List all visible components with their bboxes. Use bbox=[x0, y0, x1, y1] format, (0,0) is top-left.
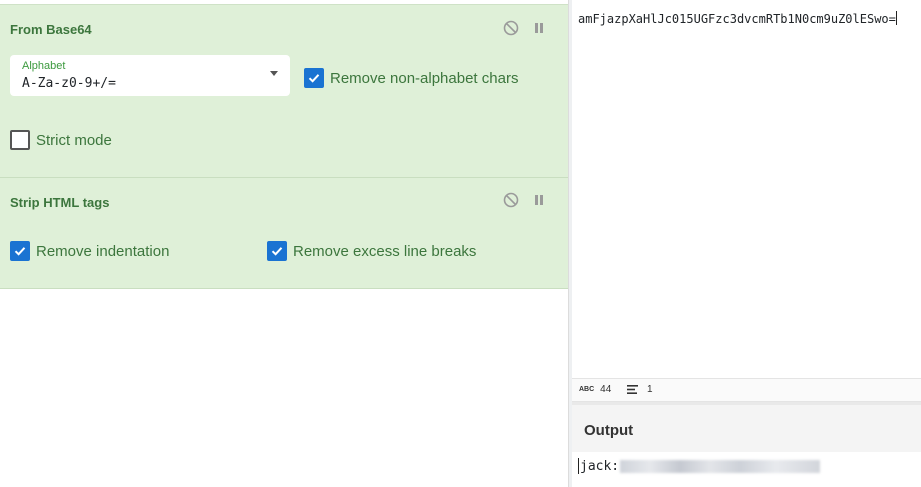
operation-title: Strip HTML tags bbox=[10, 195, 110, 210]
lines-icon bbox=[627, 385, 638, 394]
dropdown-caret-icon bbox=[270, 71, 278, 76]
operation-from-base64: From Base64 Alphabet A-Za-z0-9+/= Remove… bbox=[0, 4, 568, 178]
abc-icon: ABC bbox=[579, 386, 595, 393]
alphabet-select[interactable]: Alphabet A-Za-z0-9+/= bbox=[10, 55, 290, 96]
remove-non-alphabet-label: Remove non-alphabet chars bbox=[330, 69, 519, 87]
strict-mode-checkbox[interactable]: Strict mode bbox=[10, 130, 112, 150]
input-textarea[interactable]: amFjazpXaHlJc015UGFzc3dvcmRTb1N0cm9uZ0lE… bbox=[572, 0, 921, 378]
input-status-bar: ABC 44 1 bbox=[572, 378, 921, 402]
alphabet-label: Alphabet bbox=[22, 60, 66, 72]
input-text: amFjazpXaHlJc015UGFzc3dvcmRTb1N0cm9uZ0lE… bbox=[578, 12, 896, 26]
length-value: 44 bbox=[600, 384, 612, 395]
checkmark-icon[interactable] bbox=[304, 68, 324, 88]
disable-icon[interactable] bbox=[502, 19, 520, 37]
output-title: Output bbox=[584, 422, 634, 439]
recipe-pane: From Base64 Alphabet A-Za-z0-9+/= Remove… bbox=[0, 0, 568, 487]
checkmark-icon[interactable] bbox=[10, 241, 30, 261]
disable-icon[interactable] bbox=[502, 191, 520, 209]
output-textarea[interactable]: jack: bbox=[572, 452, 921, 487]
checkmark-icon[interactable] bbox=[267, 241, 287, 261]
output-header: Output bbox=[572, 402, 921, 452]
text-cursor bbox=[895, 11, 897, 25]
strict-mode-label: Strict mode bbox=[36, 131, 112, 149]
output-text: jack: bbox=[580, 458, 620, 474]
length-stat: ABC 44 bbox=[579, 384, 611, 395]
pause-icon[interactable] bbox=[530, 19, 548, 37]
remove-indentation-checkbox[interactable]: Remove indentation bbox=[10, 241, 169, 261]
lines-value: 1 bbox=[647, 384, 653, 395]
operation-title: From Base64 bbox=[10, 22, 92, 37]
operation-strip-html-tags: Strip HTML tags Remove indentation Remov… bbox=[0, 178, 568, 289]
remove-indentation-label: Remove indentation bbox=[36, 242, 170, 260]
remove-non-alphabet-checkbox[interactable]: Remove non-alphabet chars bbox=[304, 68, 518, 88]
pause-icon[interactable] bbox=[530, 191, 548, 209]
text-cursor bbox=[578, 458, 579, 474]
remove-line-breaks-label: Remove excess line breaks bbox=[293, 242, 477, 260]
lines-stat: 1 bbox=[627, 384, 653, 395]
output-text-wrapper: jack: bbox=[578, 458, 821, 474]
remove-line-breaks-checkbox[interactable]: Remove excess line breaks bbox=[267, 241, 476, 261]
redacted-text bbox=[620, 459, 821, 473]
alphabet-value: A-Za-z0-9+/= bbox=[22, 76, 116, 91]
input-text-wrapper: amFjazpXaHlJc015UGFzc3dvcmRTb1N0cm9uZ0lE… bbox=[578, 11, 897, 26]
checkbox-empty-icon[interactable] bbox=[10, 130, 30, 150]
